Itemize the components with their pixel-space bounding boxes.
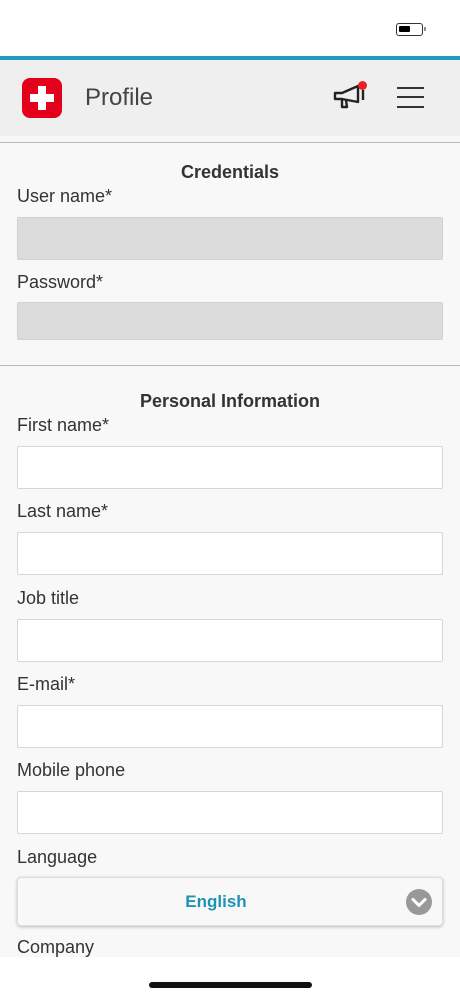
email-label: E-mail* [17, 674, 76, 694]
status-bar [0, 0, 460, 56]
personal-info-section-title: Personal Information [139, 391, 321, 411]
first-name-field[interactable] [17, 446, 443, 489]
password-label: Password* [17, 272, 104, 292]
chevron-down-icon [406, 889, 432, 915]
first-name-label: First name* [17, 415, 110, 435]
section-divider [0, 142, 460, 143]
language-select[interactable]: English [17, 877, 443, 926]
password-field[interactable] [17, 302, 443, 340]
battery-icon [396, 23, 426, 36]
notification-dot [358, 81, 367, 90]
section-divider [0, 365, 460, 366]
job-title-label: Job title [17, 588, 80, 608]
job-title-field[interactable] [17, 619, 443, 662]
last-name-label: Last name* [17, 501, 109, 521]
page-title: Profile [85, 84, 154, 111]
language-label: Language [17, 847, 98, 867]
home-indicator[interactable] [149, 982, 312, 988]
swiss-cross-icon[interactable] [22, 78, 62, 118]
mobile-phone-field[interactable] [17, 791, 443, 834]
username-field[interactable] [17, 217, 443, 260]
mobile-phone-label: Mobile phone [17, 760, 126, 780]
menu-button[interactable] [397, 86, 425, 110]
language-select-value: English [185, 892, 247, 911]
company-label: Company [17, 937, 95, 957]
email-field[interactable] [17, 705, 443, 748]
username-label: User name* [17, 186, 113, 206]
bottom-safe-area [0, 957, 460, 997]
app-header: Profile [0, 60, 460, 136]
announcements-button[interactable] [330, 80, 370, 116]
credentials-section-title: Credentials [180, 162, 280, 182]
last-name-field[interactable] [17, 532, 443, 575]
